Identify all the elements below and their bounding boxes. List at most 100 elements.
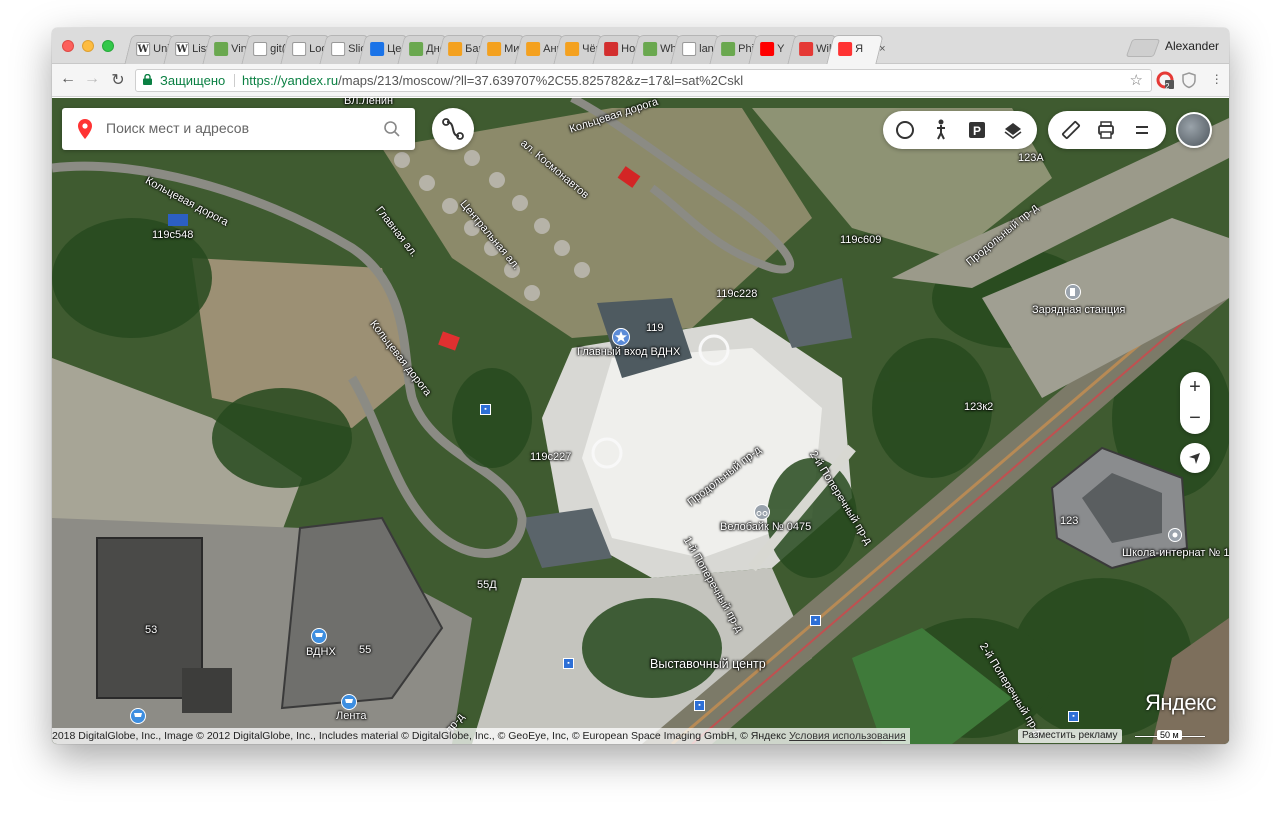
map-label-119: 119 (646, 322, 664, 334)
satellite-map[interactable]: ВЛ.Ленин Кольцевая дорога Кольцевая доро… (52, 98, 1229, 744)
forward-icon[interactable]: → (82, 70, 102, 88)
url-text[interactable]: https://yandex.ru/maps/213/moscow/?ll=37… (242, 70, 743, 91)
school-poi-icon[interactable] (1168, 528, 1182, 542)
menu-button[interactable] (1124, 111, 1160, 149)
map-label-main-entrance[interactable]: Главный вход ВДНХ (577, 346, 680, 358)
page-icon (331, 42, 346, 56)
yandex-logo: Яндекс (1145, 690, 1216, 715)
scale-label: 50 м (1157, 730, 1182, 740)
yandex-pin-icon (838, 42, 853, 56)
vine-icon (214, 42, 229, 56)
map-label-55: 55 (359, 644, 372, 656)
advertise-button[interactable]: Разместить рекламу (1018, 729, 1122, 743)
url-path: /maps/213/moscow/?ll=37.639707%2C55.8257… (338, 73, 744, 88)
map-label-119c548: 119с548 (152, 229, 194, 241)
bookmark-star-icon[interactable]: ☆ (1130, 70, 1143, 91)
parking-button[interactable]: P (959, 111, 995, 149)
map-search-box (62, 108, 415, 150)
map-label-statue: ВЛ.Ленин (344, 98, 394, 107)
wikipedia-icon: W (136, 42, 151, 56)
tools-toolbar (1048, 111, 1166, 149)
tv-icon (604, 42, 619, 56)
tab-content: Я × (838, 42, 886, 56)
extension-badge: 2 (1165, 82, 1170, 91)
shield-icon[interactable] (1180, 71, 1198, 89)
minimize-window-button[interactable] (82, 40, 94, 52)
maximize-window-button[interactable] (102, 40, 114, 52)
browser-window: W Uni W List Vin git(Loc Slic Цен Дно Бар Ми Анг Чёр… (52, 28, 1229, 744)
print-button[interactable] (1088, 111, 1124, 149)
shop-cart-icon-lenta[interactable] (341, 694, 357, 710)
map-label-55d: 55Д (477, 579, 497, 591)
reload-icon[interactable]: ↻ (108, 70, 128, 90)
copyright-text: 2018 DigitalGlobe, Inc., Image © 2012 Di… (52, 730, 787, 742)
map-label-119c227: 119с227 (530, 451, 572, 463)
zoom-out-button[interactable]: − (1180, 403, 1210, 433)
panorama-button[interactable] (923, 111, 959, 149)
tab-close-icon[interactable]: × (879, 43, 885, 55)
map-label-lenta[interactable]: Лента (336, 710, 366, 722)
bike-rental-icon[interactable] (754, 504, 770, 520)
wikipedia-icon: W (175, 42, 190, 56)
fuel-station-icon[interactable] (1065, 284, 1081, 300)
page-icon (253, 42, 268, 56)
bus-stop-icon[interactable]: ▪ (1068, 711, 1079, 722)
map-search-input[interactable] (106, 120, 376, 136)
map-label-123: 123 (1060, 515, 1079, 527)
map-label-expo-center: Выставочный центр (650, 657, 766, 671)
tab-strip: W Uni W List Vin git(Loc Slic Цен Дно Бар Ми Анг Чёр… (124, 35, 886, 64)
leaf-icon (409, 42, 424, 56)
search-icon[interactable] (383, 120, 401, 138)
zoom-control: + − (1180, 372, 1210, 434)
browser-toolbar: ← → ↻ Защищено https://yandex.ru/maps/21… (52, 64, 1229, 97)
bus-stop-icon[interactable]: ▪ (810, 615, 821, 626)
ruler-button[interactable] (1052, 111, 1088, 149)
profile-name[interactable]: Alexander (1165, 39, 1219, 53)
new-tab-button[interactable] (1125, 39, 1161, 57)
close-window-button[interactable] (62, 40, 74, 52)
map-label-charging-station[interactable]: Зарядная станция (1032, 304, 1125, 316)
user-avatar[interactable] (1176, 112, 1212, 148)
address-bar[interactable]: Защищено https://yandex.ru/maps/213/mosc… (135, 69, 1152, 92)
lock-icon (143, 74, 152, 85)
map-label-vdnh-store[interactable]: ВДНХ (306, 646, 336, 658)
map-label-119c228: 119с228 (716, 288, 758, 300)
route-icon (442, 118, 464, 140)
map-label-119c609: 119с609 (840, 234, 882, 246)
map-label-123k2: 123к2 (964, 401, 994, 413)
browser-menu-icon[interactable]: · · · (1214, 67, 1219, 89)
shop-cart-icon-bottom[interactable] (130, 708, 146, 724)
back-icon[interactable]: ← (58, 70, 78, 88)
layers-icon (1004, 123, 1022, 139)
layers-button[interactable] (995, 111, 1031, 149)
traffic-button[interactable] (887, 111, 923, 149)
cat-icon (448, 42, 463, 56)
page-icon (682, 42, 697, 56)
star-poi-icon[interactable] (612, 328, 630, 346)
map-label-school[interactable]: Школа-интернат № 16 (1122, 547, 1229, 559)
leaf-icon (643, 42, 658, 56)
zoom-in-button[interactable]: + (1180, 372, 1210, 402)
bus-stop-icon[interactable]: ▪ (563, 658, 574, 669)
map-label-velobike[interactable]: Велобайк № 0475 (720, 521, 811, 533)
hamburger-icon (1136, 126, 1148, 134)
map-copyright: 2018 DigitalGlobe, Inc., Image © 2012 Di… (52, 728, 910, 744)
geolocation-button[interactable] (1180, 443, 1210, 473)
terms-link[interactable]: Условия использования (789, 730, 906, 742)
youtube-icon (760, 42, 775, 56)
location-arrow-icon (1189, 453, 1200, 464)
tab-title: Я (855, 43, 864, 55)
bus-stop-icon[interactable]: ▪ (480, 404, 491, 415)
page-icon (292, 42, 307, 56)
leaf-icon (721, 42, 736, 56)
parking-icon: P (969, 122, 985, 138)
bus-stop-icon[interactable]: ▪ (694, 700, 705, 711)
routes-button[interactable] (432, 108, 474, 150)
printer-icon (1098, 121, 1114, 139)
traffic-icon (896, 121, 914, 139)
cat-icon (487, 42, 502, 56)
pedestrian-icon (937, 119, 945, 140)
shop-cart-icon[interactable] (311, 628, 327, 644)
browser-tab[interactable]: Я × (826, 35, 886, 64)
tab-bar: W Uni W List Vin git(Loc Slic Цен Дно Бар Ми Анг Чёр… (52, 28, 1229, 64)
